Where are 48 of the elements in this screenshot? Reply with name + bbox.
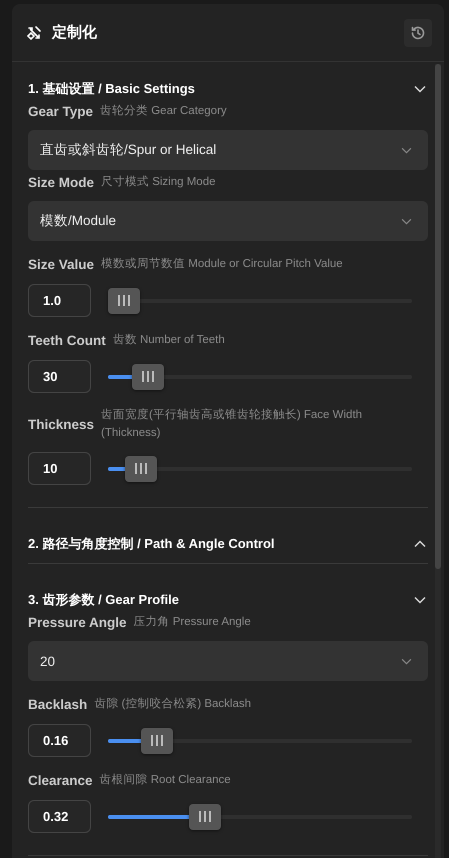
section-title: 1. 基础设置 / Basic Settings xyxy=(28,80,195,98)
slider-handle[interactable] xyxy=(132,364,164,390)
field-hint: 齿隙 (控制咬合松紧) Backlash xyxy=(94,696,252,712)
slider[interactable] xyxy=(108,804,412,830)
field-label: Backlash xyxy=(28,696,88,712)
field-label: Teeth Count xyxy=(28,332,106,348)
dropdown[interactable]: 直齿或斜齿轮/Spur or Helical xyxy=(28,130,428,170)
number-field[interactable]: 0.16 xyxy=(28,724,91,757)
chevron-down-icon xyxy=(401,218,412,224)
chevron-down-icon[interactable] xyxy=(412,85,428,93)
field-label: Gear Type xyxy=(28,104,94,118)
number-field[interactable]: 30 xyxy=(28,360,91,393)
field-label: Pressure Angle xyxy=(28,614,127,630)
field-label: Clearance xyxy=(28,772,93,788)
panel-title: 定制化 xyxy=(52,23,98,42)
slider[interactable] xyxy=(108,728,412,754)
field-hint: 齿根间隙 Root Clearance xyxy=(100,772,231,788)
slider[interactable] xyxy=(108,364,412,390)
field-label: Thickness xyxy=(28,416,94,432)
field-label: Size Mode xyxy=(28,174,94,190)
ruler-pencil-icon xyxy=(26,24,42,40)
chevron-down-icon[interactable] xyxy=(412,596,428,604)
chevron-up-icon[interactable] xyxy=(412,540,428,548)
field-hint: 模数或周节数值 Module or Circular Pitch Value xyxy=(101,256,343,272)
slider-handle[interactable] xyxy=(140,728,173,754)
field-hint: 齿数 Number of Teeth xyxy=(112,332,225,348)
field-hint: 尺寸模式 Sizing Mode xyxy=(101,174,216,190)
history-button[interactable] xyxy=(404,18,432,46)
field-label: Size Value xyxy=(28,256,94,272)
number-field[interactable]: 0.32 xyxy=(28,800,91,833)
slider-handle[interactable] xyxy=(108,288,140,314)
slider-handle[interactable] xyxy=(125,456,158,482)
chevron-down-icon xyxy=(401,658,412,664)
slider-handle[interactable] xyxy=(189,804,222,830)
number-field[interactable]: 1.0 xyxy=(28,284,91,317)
number-field[interactable]: 10 xyxy=(28,452,91,485)
scrollbar[interactable] xyxy=(435,64,441,858)
section-title: 2. 路径与角度控制 / Path & Angle Control xyxy=(28,535,275,553)
slider[interactable] xyxy=(108,456,412,482)
section-title: 3. 齿形参数 / Gear Profile xyxy=(28,591,179,609)
field-hint: 齿轮分类 Gear Category xyxy=(100,104,227,119)
history-icon xyxy=(410,24,426,40)
slider[interactable] xyxy=(108,288,412,314)
field-hint: 齿面宽度(平行轴齿高或锥齿轮接触长) Face Width (Thickness) xyxy=(101,407,364,441)
dropdown[interactable]: 模数/Module xyxy=(28,201,428,241)
dropdown[interactable]: 20 xyxy=(28,641,428,681)
field-hint: 压力角 Pressure Angle xyxy=(134,614,251,630)
chevron-down-icon xyxy=(401,146,412,154)
